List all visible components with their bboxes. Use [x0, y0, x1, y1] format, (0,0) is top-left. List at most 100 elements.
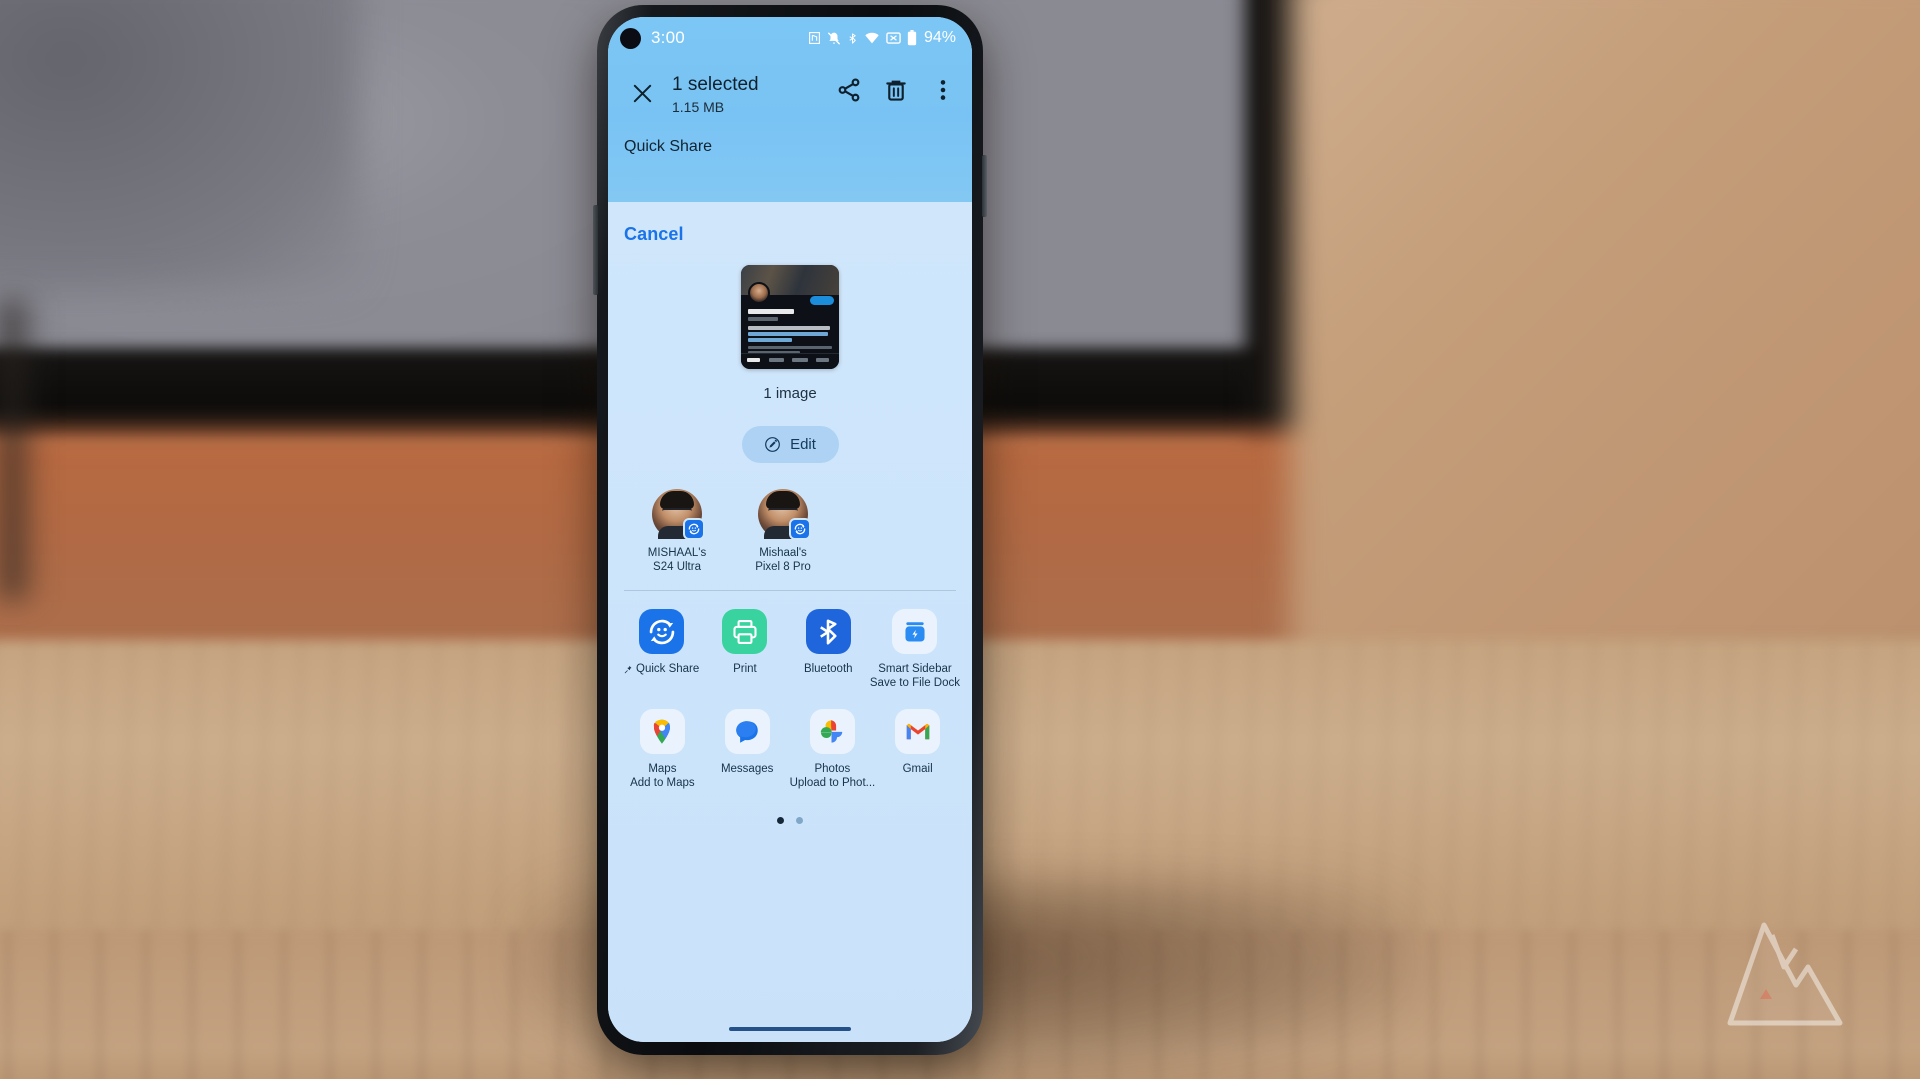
- device-target-s24-ultra[interactable]: MISHAAL's S24 Ultra: [638, 489, 716, 574]
- action-bar-icons: [836, 71, 958, 103]
- thumbnail-bio-line-3: [748, 338, 792, 342]
- selection-size-label: 1.15 MB: [672, 99, 725, 115]
- share-target-maps[interactable]: Maps Add to Maps: [620, 709, 705, 791]
- smartphone-device: 3:00 94% 1 selected 1.15 MB Quick Share …: [593, 5, 987, 1055]
- battery-percentage: 94%: [923, 29, 956, 46]
- thumbnail-tab: [792, 358, 808, 362]
- background-right-wall: [1290, 0, 1920, 730]
- phone-screen: 3:00 94% 1 selected 1.15 MB Quick Share …: [608, 17, 972, 1042]
- share-target-sublabel: Save to File Dock: [869, 677, 961, 689]
- preview-count-label: 1 image: [763, 385, 817, 402]
- status-bar-clock: 3:00: [651, 28, 685, 47]
- share-target-label-row: Gmail: [903, 762, 933, 776]
- avatar: [758, 489, 811, 540]
- share-target-label: Smart Sidebar: [878, 663, 952, 675]
- device-name: MISHAAL's S24 Ultra: [648, 546, 706, 574]
- thumbnail-follow-button: [810, 296, 834, 305]
- preview-section: 1 image: [608, 265, 972, 402]
- navigation-gesture-bar[interactable]: [729, 1027, 851, 1031]
- device-name-line-2: Pixel 8 Pro: [755, 561, 811, 573]
- edit-button[interactable]: Edit: [741, 426, 839, 463]
- google-messages-icon: [724, 709, 770, 754]
- bluetooth-icon: [805, 609, 851, 654]
- overflow-menu-icon[interactable]: [930, 77, 956, 103]
- share-target-label: Maps: [648, 763, 677, 775]
- share-target-sublabel: Add to Maps: [630, 777, 695, 789]
- share-sheet-app-label: Quick Share: [624, 138, 713, 155]
- gmail-icon: [895, 709, 941, 754]
- thumbnail-display-name: [748, 309, 794, 314]
- share-target-photos[interactable]: Photos Upload to Phot...: [789, 709, 876, 791]
- share-target-label: Bluetooth: [803, 663, 853, 675]
- share-target-label: Gmail: [902, 763, 933, 775]
- google-maps-icon: [639, 709, 685, 754]
- thumbnail-tab: [816, 358, 829, 362]
- photo-scene: 3:00 94% 1 selected 1.15 MB Quick Share …: [0, 0, 1920, 1079]
- share-target-label-row: Photos: [814, 762, 850, 776]
- thumbnail-tab: [769, 358, 784, 362]
- app-bar-region: 3:00 94% 1 selected 1.15 MB Quick Share: [608, 17, 972, 202]
- share-target-label-row: Maps: [648, 762, 676, 776]
- share-target-gmail[interactable]: Gmail: [875, 709, 960, 791]
- quick-share-icon: [639, 609, 685, 654]
- share-target-smart-sidebar[interactable]: Smart Sidebar Save to File Dock: [870, 609, 960, 691]
- avatar-glasses: [768, 508, 798, 516]
- nfc-icon: [808, 31, 821, 45]
- quick-share-badge-icon: [789, 518, 811, 540]
- share-icon[interactable]: [836, 77, 862, 103]
- share-target-label: Photos: [814, 763, 851, 775]
- quick-share-device-row: MISHAAL's S24 Ultra Mishaal's Pixel 8 Pr…: [608, 463, 972, 574]
- delete-icon[interactable]: [883, 77, 909, 103]
- image-preview-thumbnail[interactable]: [741, 265, 839, 369]
- pin-icon: [624, 664, 633, 675]
- selection-action-bar: 1 selected 1.15 MB: [608, 59, 972, 133]
- mute-icon: [827, 31, 841, 46]
- close-icon[interactable]: [622, 73, 662, 113]
- share-target-row-2: Maps Add to Maps Messages Photos Upload …: [608, 709, 972, 791]
- edit-button-label: Edit: [790, 436, 816, 453]
- no-signal-icon: [886, 31, 901, 45]
- device-name-line-1: MISHAAL's: [647, 547, 707, 559]
- device-name-line-1: Mishaal's: [759, 547, 807, 559]
- share-target-label: Print: [733, 663, 757, 675]
- battery-icon: [907, 30, 917, 46]
- wifi-icon: [864, 31, 880, 45]
- background-artwork-shadow: [0, 0, 360, 290]
- page-indicator[interactable]: [608, 817, 972, 824]
- share-target-row-1: Quick Share Print Bluetooth Smart Sideba…: [608, 609, 972, 691]
- power-button[interactable]: [982, 155, 987, 217]
- share-target-label-row: Smart Sidebar: [878, 662, 952, 676]
- device-name: Mishaal's Pixel 8 Pro: [755, 546, 811, 574]
- share-target-quick-share[interactable]: Quick Share: [620, 609, 703, 691]
- status-bar: 3:00 94%: [608, 17, 972, 59]
- background-left-shadow: [0, 300, 40, 600]
- sheet-divider: [624, 590, 956, 591]
- thumbnail-meta-line-1: [748, 346, 832, 349]
- avatar-hair: [660, 491, 694, 509]
- thumbnail-tab-bar: [741, 353, 839, 369]
- selection-count-title: 1 selected: [672, 74, 759, 95]
- share-target-label: Messages: [720, 763, 774, 775]
- device-name-line-2: S24 Ultra: [653, 561, 701, 573]
- thumbnail-bio-line-2: [748, 332, 828, 336]
- page-dot-2[interactable]: [796, 817, 803, 824]
- front-camera-punch-hole: [620, 27, 641, 49]
- edit-pencil-icon: [764, 436, 781, 453]
- avatar: [652, 489, 705, 540]
- avatar-hair: [766, 491, 800, 509]
- share-target-print[interactable]: Print: [703, 609, 786, 691]
- share-target-label-row: Quick Share: [624, 662, 699, 676]
- smart-sidebar-icon: [892, 609, 938, 654]
- share-target-label: Quick Share: [636, 663, 700, 675]
- share-target-messages[interactable]: Messages: [705, 709, 790, 791]
- share-sheet: Cancel 1 image Edit MISHAAL's S24 Ultra …: [608, 202, 972, 1042]
- thumbnail-handle: [748, 317, 778, 321]
- page-dot-1[interactable]: [777, 817, 784, 824]
- share-target-label-row: Messages: [721, 762, 773, 776]
- device-target-pixel-8-pro[interactable]: Mishaal's Pixel 8 Pro: [744, 489, 822, 574]
- share-target-bluetooth[interactable]: Bluetooth: [787, 609, 870, 691]
- share-target-sublabel: Upload to Phot...: [789, 777, 876, 789]
- cancel-button[interactable]: Cancel: [608, 202, 684, 245]
- volume-button[interactable]: [593, 205, 598, 295]
- thumbnail-tab: [747, 358, 760, 362]
